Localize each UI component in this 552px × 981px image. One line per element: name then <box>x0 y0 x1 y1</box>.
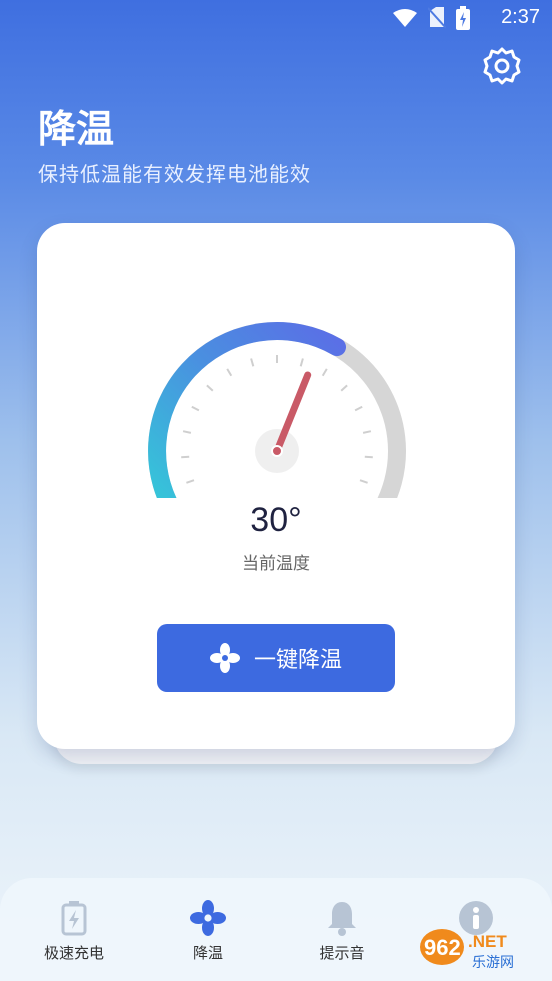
gauge-tick <box>226 368 233 377</box>
page-subtitle: 保持低温能有效发挥电池能效 <box>38 162 311 186</box>
nav-item-cooling[interactable]: 降温 <box>163 898 253 963</box>
status-time: 2:37 <box>501 6 540 28</box>
fan-icon <box>190 900 226 936</box>
one-click-cool-button[interactable]: 一键降温 <box>157 624 395 692</box>
gauge-tick <box>186 479 195 484</box>
cool-button-label: 一键降温 <box>253 648 342 673</box>
site-watermark-logo: 962 .NET 乐游网 <box>420 929 514 971</box>
temperature-value: 30° <box>250 501 302 539</box>
gauge-tick <box>354 405 363 412</box>
status-icons <box>392 6 470 30</box>
no-sim-icon <box>428 7 446 29</box>
nav-label-cooling: 降温 <box>192 944 223 962</box>
bottom-nav: 极速充电 降温 提示音 962 .NET 乐游网 <box>0 878 552 981</box>
gauge-tick <box>181 455 190 459</box>
nav-label-sound: 提示音 <box>319 944 365 962</box>
gauge-tick <box>182 430 192 434</box>
gauge-tick <box>191 405 200 412</box>
gauge-tick <box>340 384 348 392</box>
gauge-tick <box>206 384 214 392</box>
svg-text:.NET: .NET <box>468 932 507 951</box>
temperature-card: 30° 当前温度 一键降温 <box>37 223 515 749</box>
nav-item-fast-charge[interactable]: 极速充电 <box>29 898 119 963</box>
gauge-tick <box>321 368 328 377</box>
gauge-ticks <box>181 355 373 484</box>
fan-icon <box>209 643 240 673</box>
needle-hub <box>271 445 283 457</box>
wifi-icon <box>393 9 417 27</box>
nav-item-sound[interactable]: 提示音 <box>297 898 387 963</box>
temperature-gauge <box>148 321 406 498</box>
gauge-tick <box>299 358 304 367</box>
battery-charging-icon <box>456 6 470 30</box>
svg-text:乐游网: 乐游网 <box>472 955 514 971</box>
page-title: 降温 <box>38 107 115 151</box>
gauge-tick <box>250 358 255 367</box>
bell-icon <box>328 902 356 936</box>
gauge-progress <box>148 322 346 498</box>
settings-button[interactable] <box>482 46 522 86</box>
gauge-tick <box>364 455 373 459</box>
svg-text:962: 962 <box>424 935 461 960</box>
temperature-label: 当前温度 <box>242 554 310 574</box>
gauge-tick <box>359 479 368 484</box>
nav-label-fast-charge: 极速充电 <box>43 944 104 962</box>
gauge-tick <box>362 430 372 434</box>
status-bar: 2:37 <box>0 0 552 38</box>
gear-icon <box>483 47 521 85</box>
battery-charge-icon <box>61 901 87 936</box>
